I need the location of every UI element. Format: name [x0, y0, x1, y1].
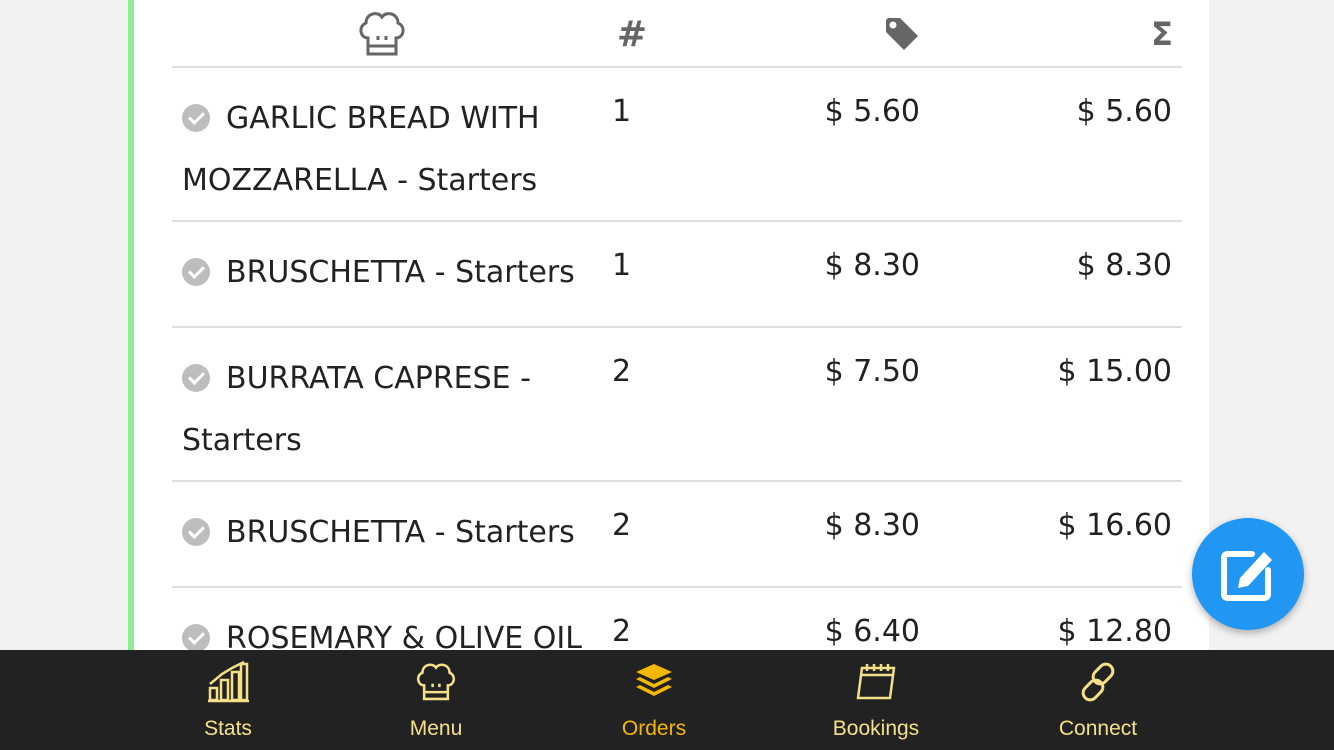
quantity-header: # — [616, 13, 648, 55]
chef-hat-icon — [416, 663, 456, 701]
table-row[interactable]: ROSEMARY & OLIVE OIL 2 $ 6.40 $ 12.80 — [172, 588, 1182, 650]
item-qty: 2 — [612, 508, 632, 543]
item-name: BURRATA CAPRESE - Starters — [182, 361, 531, 458]
check-circle-icon — [182, 363, 210, 392]
nav-item-connect[interactable]: Connect — [1028, 650, 1168, 750]
edit-icon — [1221, 551, 1272, 601]
item-total: $ 8.30 — [1076, 248, 1172, 283]
table-header: # Σ — [172, 0, 1182, 68]
nav-label-bookings: Bookings — [832, 717, 920, 740]
item-name: BRUSCHETTA - Starters — [226, 255, 575, 290]
item-total: $ 15.00 — [1057, 354, 1172, 389]
bar-chart-icon — [208, 660, 249, 703]
nav-item-stats[interactable]: Stats — [158, 650, 298, 750]
nav-item-orders[interactable]: Orders — [584, 650, 724, 750]
item-name: ROSEMARY & OLIVE OIL — [226, 621, 582, 650]
item-name: GARLIC BREAD WITH MOZZARELLA - Starters — [182, 101, 540, 198]
price-tag-icon — [877, 0, 927, 68]
item-qty: 2 — [612, 354, 632, 389]
item-price: $ 8.30 — [824, 508, 920, 543]
item-name-cell: BRUSCHETTA - Starters — [182, 242, 582, 304]
item-price: $ 8.30 — [824, 248, 920, 283]
item-name-cell: ROSEMARY & OLIVE OIL — [182, 608, 582, 650]
item-price: $ 7.50 — [824, 354, 920, 389]
check-circle-icon — [182, 257, 210, 286]
order-card: # Σ GARLIC BREAD WITH MOZZARELLA - Start… — [128, 0, 1209, 650]
table-row[interactable]: BRUSCHETTA - Starters 2 $ 8.30 $ 16.60 — [172, 482, 1182, 588]
item-total: $ 16.60 — [1057, 508, 1172, 543]
calendar-icon — [856, 664, 896, 700]
item-qty: 1 — [612, 94, 632, 129]
nav-item-bookings[interactable]: Bookings — [806, 650, 946, 750]
item-price: $ 5.60 — [824, 94, 920, 129]
item-price: $ 6.40 — [824, 614, 920, 649]
nav-label-stats: Stats — [204, 717, 252, 740]
table-row[interactable]: BRUSCHETTA - Starters 1 $ 8.30 $ 8.30 — [172, 222, 1182, 328]
check-circle-icon — [182, 623, 210, 650]
item-name-cell: GARLIC BREAD WITH MOZZARELLA - Starters — [182, 88, 582, 212]
chef-hat-icon — [352, 0, 412, 68]
bottom-navigation: Stats Menu Orders Bookings Connect — [0, 650, 1334, 750]
nav-label-connect: Connect — [1058, 717, 1138, 740]
link-icon — [1081, 662, 1115, 702]
edit-order-button[interactable] — [1192, 518, 1304, 630]
nav-label-menu: Menu — [409, 717, 463, 740]
item-total: $ 5.60 — [1076, 94, 1172, 129]
table-row[interactable]: GARLIC BREAD WITH MOZZARELLA - Starters … — [172, 68, 1182, 222]
item-name: BRUSCHETTA - Starters — [226, 515, 575, 550]
table-row[interactable]: BURRATA CAPRESE - Starters 2 $ 7.50 $ 15… — [172, 328, 1182, 482]
nav-item-menu[interactable]: Menu — [366, 650, 506, 750]
item-qty: 1 — [612, 248, 632, 283]
check-circle-icon — [182, 103, 210, 132]
total-header: Σ — [1151, 15, 1173, 53]
nav-label-orders: Orders — [621, 717, 687, 740]
item-name-cell: BRUSCHETTA - Starters — [182, 502, 582, 564]
item-total: $ 12.80 — [1057, 614, 1172, 649]
check-circle-icon — [182, 517, 210, 546]
item-name-cell: BURRATA CAPRESE - Starters — [182, 348, 582, 472]
item-qty: 2 — [612, 614, 632, 649]
layers-icon — [636, 664, 672, 696]
order-items-table: # Σ GARLIC BREAD WITH MOZZARELLA - Start… — [172, 0, 1182, 650]
